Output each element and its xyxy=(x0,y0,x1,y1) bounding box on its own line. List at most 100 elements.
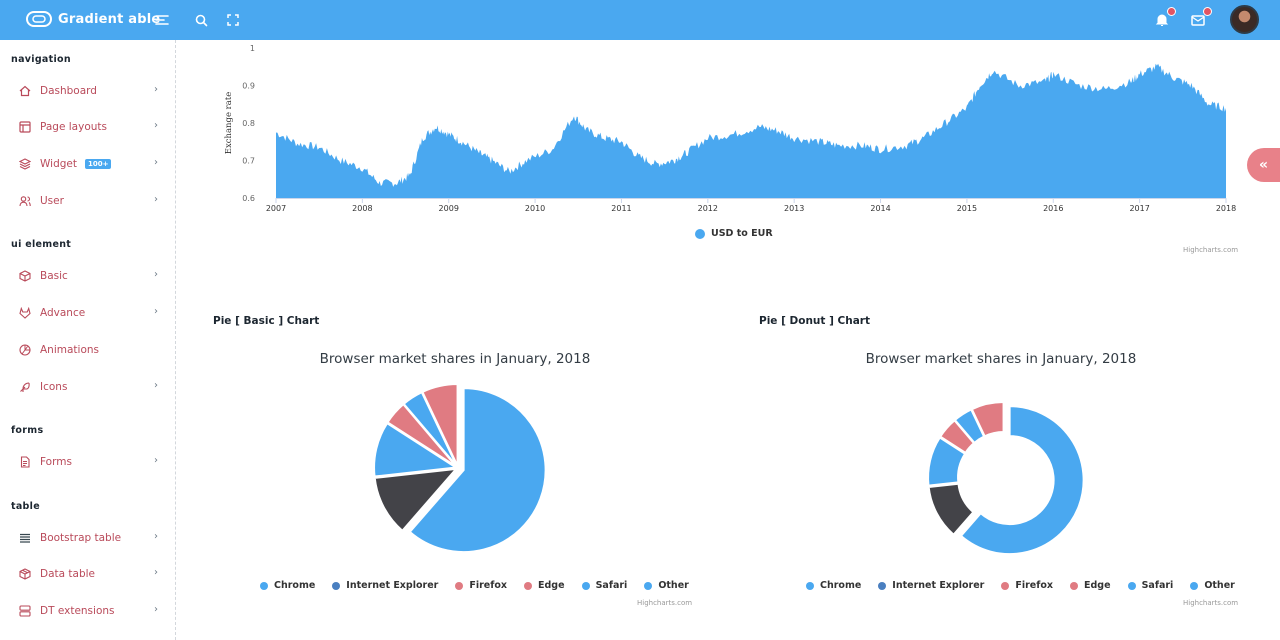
sidebar-item-forms[interactable]: Forms › xyxy=(18,451,164,473)
highcharts-credit[interactable]: Highcharts.com xyxy=(1183,246,1238,254)
nav-caption-table: table xyxy=(11,501,40,512)
gitlab-icon xyxy=(18,306,32,320)
pie-donut-card-title: Pie [ Donut ] Chart xyxy=(759,315,870,327)
x-tick-label: 2015 xyxy=(957,204,977,213)
nav-caption-forms: forms xyxy=(11,425,44,436)
sidebar-item-basic[interactable]: Basic › xyxy=(18,265,164,287)
legend-label: Safari xyxy=(595,580,628,591)
legend-item-chrome[interactable]: Chrome xyxy=(260,580,315,591)
y-tick-label: 0.9 xyxy=(242,82,255,91)
top-navbar: Gradient able xyxy=(0,0,1280,40)
pie-slice-internet-explorer[interactable] xyxy=(927,482,975,537)
legend-item-other[interactable]: Other xyxy=(644,580,689,591)
legend-item-edge[interactable]: Edge xyxy=(524,580,565,591)
box-icon xyxy=(18,269,32,283)
users-icon xyxy=(18,194,32,208)
legend-label: Firefox xyxy=(469,580,508,591)
highcharts-credit[interactable]: Highcharts.com xyxy=(1183,599,1238,607)
legend-dot xyxy=(878,581,887,590)
legend-label: Safari xyxy=(1141,580,1174,591)
highcharts-credit[interactable]: Highcharts.com xyxy=(637,599,692,607)
sidebar-item-page-layouts[interactable]: Page layouts › xyxy=(18,116,164,138)
user-avatar[interactable] xyxy=(1230,5,1259,34)
legend-label: Other xyxy=(658,580,689,591)
chevron-right-icon: › xyxy=(154,120,158,131)
sidebar-item-label: Forms xyxy=(40,456,72,468)
server-icon xyxy=(18,604,32,618)
notification-bell-icon[interactable] xyxy=(1152,7,1176,30)
nav-caption-ui-element: ui element xyxy=(11,239,72,250)
brand[interactable]: Gradient able xyxy=(26,10,160,28)
legend-dot xyxy=(524,581,533,590)
pie-basic-chart-title: Browser market shares in January, 2018 xyxy=(319,351,591,367)
sidebar-item-animations[interactable]: Animations xyxy=(18,339,164,361)
chevron-right-icon: › xyxy=(154,157,158,168)
pie-basic-chart xyxy=(373,385,547,554)
legend-item-internet-explorer[interactable]: Internet Explorer xyxy=(332,580,438,591)
sidebar-item-label: Dashboard xyxy=(40,85,97,97)
legend-item-usd-to-eur[interactable]: USD to EUR xyxy=(695,228,773,239)
legend-dot xyxy=(695,228,705,239)
legend-label: Edge xyxy=(1084,580,1111,591)
legend-item-safari[interactable]: Safari xyxy=(581,580,628,591)
legend-label: Internet Explorer xyxy=(892,580,985,591)
x-tick-label: 2012 xyxy=(698,204,718,213)
legend-item-firefox[interactable]: Firefox xyxy=(455,580,507,591)
x-tick-label: 2014 xyxy=(870,204,890,213)
y-axis-label: Exchange rate xyxy=(224,92,234,155)
legend-label: Firefox xyxy=(1015,580,1054,591)
legend-label: Internet Explorer xyxy=(346,580,439,591)
legend-dot xyxy=(1190,581,1199,590)
notification-badge-dot xyxy=(1167,7,1176,16)
mail-icon[interactable] xyxy=(1188,7,1212,30)
align-justify-icon xyxy=(18,531,32,545)
chevron-right-icon: › xyxy=(154,455,158,466)
sidebar-item-label: DT extensions xyxy=(40,605,115,617)
widget-count-badge: 100+ xyxy=(84,159,112,169)
fullscreen-icon[interactable] xyxy=(223,10,243,30)
legend-item-edge[interactable]: Edge xyxy=(1070,580,1111,591)
legend-item-other[interactable]: Other xyxy=(1190,580,1235,591)
sidebar-item-dt-extensions[interactable]: DT extensions › xyxy=(18,600,164,622)
legend-label: Edge xyxy=(538,580,565,591)
x-tick-label: 2013 xyxy=(784,204,804,213)
sidebar-item-label: Icons xyxy=(40,381,68,393)
exchange-rate-area-chart: 1 0.9 0.8 0.7 0.6 Exchange rate 2007 2008 2009 20… xyxy=(224,44,1236,213)
pie-donut-legend: Chrome Internet Explorer Firefox Edge Sa… xyxy=(806,580,1252,591)
x-tick-label: 2017 xyxy=(1129,204,1149,213)
legend-label: USD to EUR xyxy=(711,228,773,239)
sidebar-item-label: Bootstrap table xyxy=(40,532,122,544)
area-chart-legend: USD to EUR xyxy=(695,228,790,239)
legend-label: Chrome xyxy=(274,580,316,591)
collapse-panel-button[interactable]: « xyxy=(1247,148,1280,182)
legend-item-firefox[interactable]: Firefox xyxy=(1001,580,1053,591)
sidebar-item-icons[interactable]: Icons › xyxy=(18,376,164,398)
legend-item-chrome[interactable]: Chrome xyxy=(806,580,861,591)
legend-dot xyxy=(260,581,268,590)
usd-to-eur-area-series[interactable] xyxy=(276,63,1226,199)
legend-dot xyxy=(1001,581,1010,590)
x-tick-label: 2011 xyxy=(611,204,631,213)
x-tick-label: 2008 xyxy=(352,204,372,213)
sidebar-item-dashboard[interactable]: Dashboard › xyxy=(18,80,164,102)
legend-item-internet-explorer[interactable]: Internet Explorer xyxy=(878,580,984,591)
chevron-right-icon: › xyxy=(154,380,158,391)
legend-dot xyxy=(1127,581,1136,590)
chevron-right-icon: › xyxy=(154,194,158,205)
sidebar-item-label: Widget xyxy=(40,158,77,170)
search-icon[interactable] xyxy=(191,10,211,30)
sidebar-item-widget[interactable]: Widget 100+ › xyxy=(18,153,164,175)
sidebar-item-label: Basic xyxy=(40,270,68,282)
sidebar-item-advance[interactable]: Advance › xyxy=(18,302,164,324)
brand-logo-icon xyxy=(26,11,52,27)
sidebar-item-data-table[interactable]: Data table › xyxy=(18,563,164,585)
sidebar-item-user[interactable]: User › xyxy=(18,190,164,212)
mail-badge-dot xyxy=(1203,7,1212,16)
sidebar-item-bootstrap-table[interactable]: Bootstrap table › xyxy=(18,527,164,549)
y-tick-label: 0.8 xyxy=(242,119,255,128)
legend-dot xyxy=(581,581,590,590)
legend-dot xyxy=(332,581,341,590)
x-tick-label: 2010 xyxy=(525,204,545,213)
menu-toggle-icon[interactable] xyxy=(152,10,172,30)
legend-item-safari[interactable]: Safari xyxy=(1127,580,1174,591)
